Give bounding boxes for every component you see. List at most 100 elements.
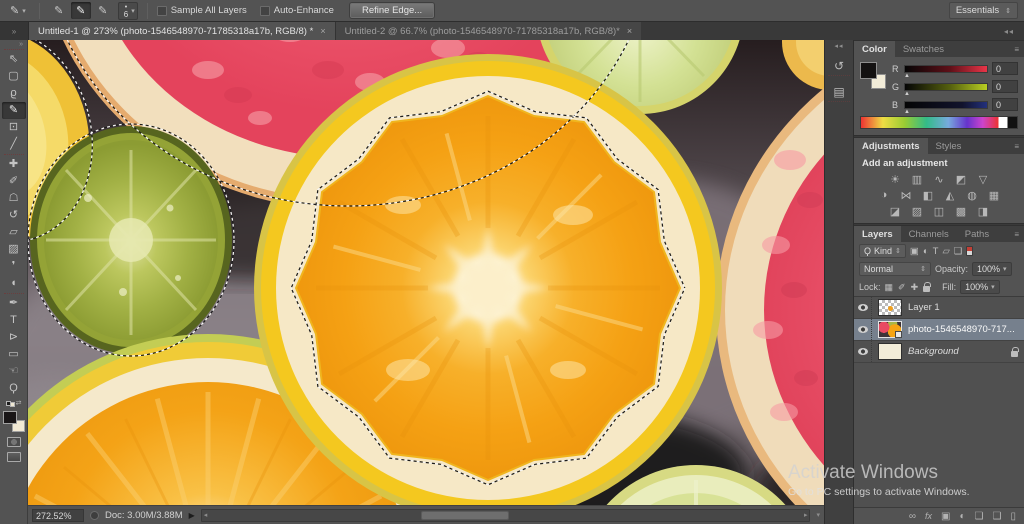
vibrance-icon[interactable]: ▽ [976,172,991,186]
eraser-tool[interactable]: ▱ [2,224,26,241]
exposure-icon[interactable]: ◩ [954,172,969,186]
tab-swatches[interactable]: Swatches [895,41,952,57]
hue-saturation-icon[interactable]: ◑ [877,188,892,202]
expand-panels-arrows[interactable]: ◂◂ [834,42,843,50]
blue-slider[interactable]: ▲ [904,101,988,109]
tab-color[interactable]: Color [854,41,895,57]
close-icon[interactable]: × [627,26,632,36]
zoom-level-field[interactable]: 272.52% [32,509,84,522]
clone-stamp-tool[interactable]: ☖ [2,190,26,207]
brush-tool[interactable]: ✐ [2,173,26,190]
new-group-icon[interactable]: ❏ [975,511,984,522]
tab-styles[interactable]: Styles [928,138,970,154]
filter-adjustment-layers-icon[interactable]: ◐ [923,246,929,257]
layer-thumbnail[interactable] [878,321,902,338]
history-brush-tool[interactable]: ↺ [2,207,26,224]
scroll-left-icon[interactable]: ◂ [204,511,208,519]
levels-icon[interactable]: ▥ [910,172,925,186]
lasso-tool[interactable]: ϱ [2,85,26,102]
subtract-from-selection-button[interactable]: ✎ [93,2,113,19]
layer-style-icon[interactable]: fx [925,511,932,521]
dodge-tool[interactable]: ◖ [2,275,26,292]
filter-smart-objects-icon[interactable]: ❏ [954,246,963,257]
filter-type-layers-icon[interactable]: T [933,246,939,257]
filter-shape-layers-icon[interactable]: ▱ [942,246,949,257]
green-slider[interactable]: ▲ [904,83,988,91]
default-colors-widget[interactable]: ⇄ [6,399,22,407]
history-panel-button[interactable]: ↺ [828,56,850,76]
fill-field[interactable]: 100% ▾ [960,280,1000,294]
color-balance-icon[interactable]: ⋈ [899,188,914,202]
dock-collapse-arrows[interactable]: ◂◂ [1004,27,1014,36]
path-selection-tool[interactable]: ⊳ [2,329,26,346]
foreground-color-swatch[interactable] [3,411,17,424]
layer-name[interactable]: Background [908,346,959,357]
gradient-tool[interactable]: ▨ [2,241,26,258]
eyedropper-tool[interactable]: ╱ [2,136,26,153]
new-layer-icon[interactable]: ❑ [993,511,1002,522]
tab-layers[interactable]: Layers [854,226,901,242]
black-white-icon[interactable]: ◧ [921,188,936,202]
add-to-selection-button[interactable]: ✎ [71,2,91,19]
tab-paths[interactable]: Paths [957,226,997,242]
delete-layer-icon[interactable]: ▯ [1010,511,1016,522]
lock-transparency-icon[interactable]: ▦ [885,282,894,293]
filter-pixel-layers-icon[interactable]: ▣ [910,246,919,257]
layer-row-layer1[interactable]: Layer 1 [854,297,1024,319]
tab-adjustments[interactable]: Adjustments [854,138,928,154]
horizontal-scroll-thumb[interactable] [421,511,509,520]
lock-pixels-icon[interactable]: ✐ [898,282,906,293]
channel-mixer-icon[interactable]: ◍ [965,188,980,202]
red-slider[interactable]: ▲ [904,65,988,73]
filter-toggle-switch[interactable] [966,246,973,256]
citrus-photo-canvas[interactable] [28,40,824,505]
selective-color-icon[interactable]: ◨ [976,204,991,218]
zoom-tool[interactable]: Ϙ [2,380,26,397]
green-value-field[interactable]: 0 [992,80,1018,93]
horizontal-scrollbar[interactable]: ◂ ▸ [201,509,811,522]
panel-menu-icon[interactable]: ≡ [1014,45,1024,54]
layer-thumbnail[interactable] [878,299,902,316]
threshold-icon[interactable]: ◫ [932,204,947,218]
slider-thumb[interactable]: ▲ [904,74,910,78]
color-lookup-icon[interactable]: ▦ [987,188,1002,202]
spot-healing-brush-tool[interactable]: ✚ [2,156,26,173]
invert-icon[interactable]: ◪ [888,204,903,218]
swap-colors-icon[interactable]: ⇄ [16,399,22,407]
rectangular-marquee-tool[interactable]: ▢ [2,68,26,85]
lock-position-icon[interactable]: ✚ [911,282,919,293]
tool-preset-picker[interactable]: ✎ ▾ [6,3,30,18]
blend-mode-dropdown[interactable]: Normal ⇕ [859,262,931,276]
quick-selection-tool[interactable]: ✎ [2,102,26,119]
canvas-area[interactable] [28,40,824,505]
properties-panel-button[interactable]: ▤ [828,82,850,102]
layer-thumbnail[interactable] [878,343,902,360]
brightness-contrast-icon[interactable]: ☀ [888,172,903,186]
layer-row-background[interactable]: Background [854,341,1024,363]
crop-tool[interactable]: ⊡ [2,119,26,136]
screen-mode-button[interactable] [7,452,21,462]
visibility-eye-icon[interactable] [858,326,868,333]
status-menu-arrow[interactable]: ▶ [189,511,195,520]
posterize-icon[interactable]: ▨ [910,204,925,218]
rectangle-tool[interactable]: ▭ [2,346,26,363]
document-tab-untitled-2[interactable]: Untitled-2 @ 66.7% (photo-1546548970-717… [335,22,642,40]
opacity-field[interactable]: 100% ▾ [972,262,1012,276]
layer-filter-dropdown[interactable]: Ϙ Kind ⇕ [859,244,906,258]
type-tool[interactable]: T [2,312,26,329]
color-spectrum-ramp[interactable] [860,116,1018,129]
red-value-field[interactable]: 0 [992,62,1018,75]
slider-thumb[interactable]: ▲ [904,92,910,96]
visibility-eye-icon[interactable] [858,348,868,355]
brush-size-picker[interactable]: • 6 ▾ [118,2,138,20]
sample-all-layers-checkbox[interactable] [157,6,167,16]
tab-channels[interactable]: Channels [901,226,957,242]
layer-row-photo[interactable]: photo-1546548970-717... [854,319,1024,341]
new-selection-button[interactable]: ✎ [49,2,69,19]
auto-enhance-checkbox[interactable] [260,6,270,16]
slider-thumb[interactable]: ▲ [904,110,910,114]
tools-collapse-arrows[interactable]: » [19,41,27,48]
close-icon[interactable]: × [320,26,325,36]
link-layers-icon[interactable]: ∞ [909,511,916,522]
document-tab-untitled-1[interactable]: Untitled-1 @ 273% (photo-1546548970-7178… [29,22,335,40]
